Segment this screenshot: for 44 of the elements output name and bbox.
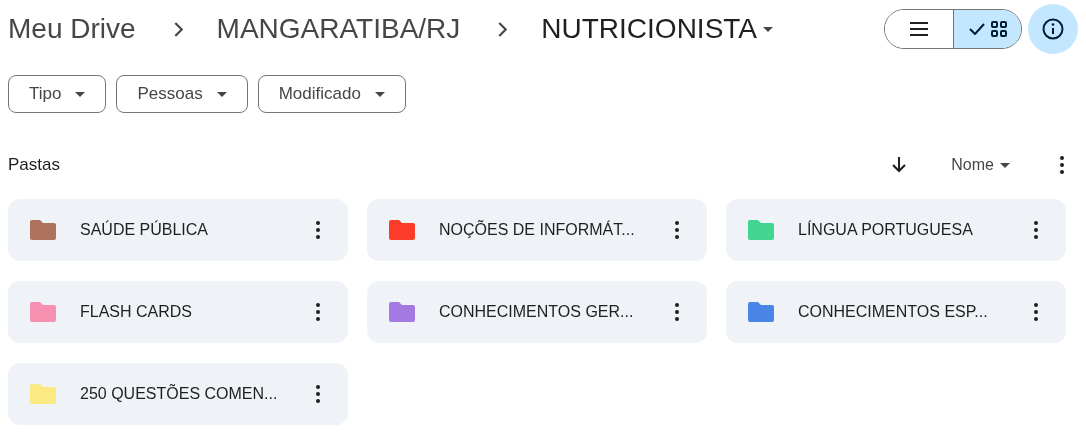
caret-icon bbox=[216, 91, 227, 97]
folder-name: LÍNGUA PORTUGUESA bbox=[798, 221, 974, 239]
more-icon bbox=[316, 221, 320, 239]
info-button[interactable] bbox=[1028, 4, 1078, 54]
more-icon bbox=[316, 385, 320, 403]
folder-name: NOÇÕES DE INFORMÁT... bbox=[439, 221, 636, 239]
caret-icon bbox=[1000, 162, 1010, 168]
section-title: Pastas bbox=[8, 155, 61, 175]
folder-card[interactable]: NOÇÕES DE INFORMÁT... bbox=[367, 199, 707, 261]
more-icon bbox=[675, 303, 679, 321]
caret-icon bbox=[75, 91, 86, 97]
breadcrumb-item[interactable]: Meu Drive bbox=[8, 13, 140, 45]
folder-card[interactable]: SAÚDE PÚBLICA bbox=[8, 199, 348, 261]
more-icon bbox=[675, 221, 679, 239]
arrow-down-icon bbox=[892, 157, 907, 173]
more-icon bbox=[1060, 156, 1064, 174]
folder-card[interactable]: 250 QUESTÕES COMEN... bbox=[8, 363, 348, 425]
more-icon bbox=[316, 303, 320, 321]
more-icon bbox=[1034, 221, 1038, 239]
view-button[interactable] bbox=[953, 10, 1021, 48]
filter-chip[interactable]: Modificado bbox=[257, 75, 406, 113]
folder-name: FLASH CARDS bbox=[80, 303, 194, 321]
chevron-icon bbox=[173, 21, 183, 37]
sort-button[interactable]: Nome bbox=[945, 155, 1016, 175]
folder-card[interactable]: CONHECIMENTOS GER... bbox=[367, 281, 707, 343]
folder-card[interactable]: LÍNGUA PORTUGUESA bbox=[726, 199, 1066, 261]
filter-chip[interactable]: Pessoas bbox=[116, 75, 248, 113]
folder-name: 250 QUESTÕES COMEN... bbox=[80, 385, 279, 403]
folder-card[interactable]: CONHECIMENTOS ESP... bbox=[726, 281, 1066, 343]
folder-name: SAÚDE PÚBLICA bbox=[80, 221, 210, 239]
grid-icon bbox=[990, 21, 1007, 37]
more-icon bbox=[1034, 303, 1038, 321]
folder-card[interactable]: FLASH CARDS bbox=[8, 281, 348, 343]
breadcrumb-item[interactable]: NUTRICIONISTA bbox=[541, 13, 778, 45]
filter-chip[interactable]: Tipo bbox=[8, 75, 107, 113]
caret-icon bbox=[763, 26, 774, 32]
info-icon bbox=[1042, 18, 1064, 40]
list-icon bbox=[910, 22, 928, 36]
folder-name: CONHECIMENTOS GER... bbox=[439, 303, 635, 321]
folder-name: CONHECIMENTOS ESP... bbox=[798, 303, 989, 321]
breadcrumb-item[interactable]: MANGARATIBA/RJ bbox=[216, 13, 465, 45]
check-icon bbox=[968, 23, 985, 35]
chevron-icon bbox=[498, 21, 508, 37]
caret-icon bbox=[374, 91, 385, 97]
